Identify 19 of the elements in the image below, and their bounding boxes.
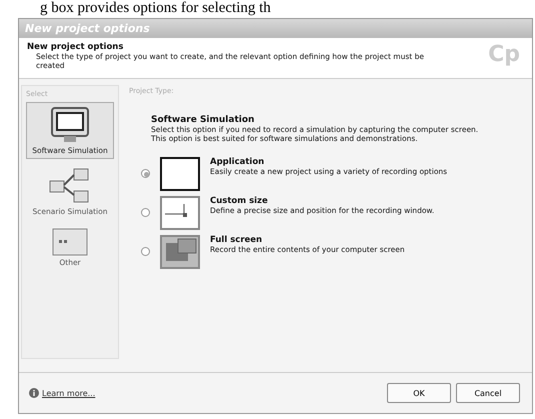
radio-button[interactable] <box>141 247 150 256</box>
dialog-button[interactable]: OK <box>387 383 451 403</box>
option-title: Full screen <box>210 235 264 245</box>
monitor-icon <box>50 106 90 144</box>
window-icon <box>52 228 88 256</box>
radio-button[interactable] <box>141 208 150 217</box>
radio-button[interactable] <box>141 169 150 178</box>
resize-window-icon <box>160 196 200 230</box>
option-title: Application <box>210 157 266 167</box>
learn-more-link[interactable]: Learn more... <box>42 388 96 398</box>
screen-window-icon <box>160 235 200 269</box>
info-icon <box>29 388 39 398</box>
header-title: New project options <box>27 42 124 52</box>
window-title: New project options <box>19 19 532 38</box>
option-title: Custom size <box>210 196 269 206</box>
dialog-button[interactable]: Cancel <box>456 383 520 403</box>
section-heading: Software Simulation <box>151 115 256 125</box>
blank-window-icon <box>160 157 200 191</box>
book-text: g box provides options for selecting th <box>40 0 271 17</box>
